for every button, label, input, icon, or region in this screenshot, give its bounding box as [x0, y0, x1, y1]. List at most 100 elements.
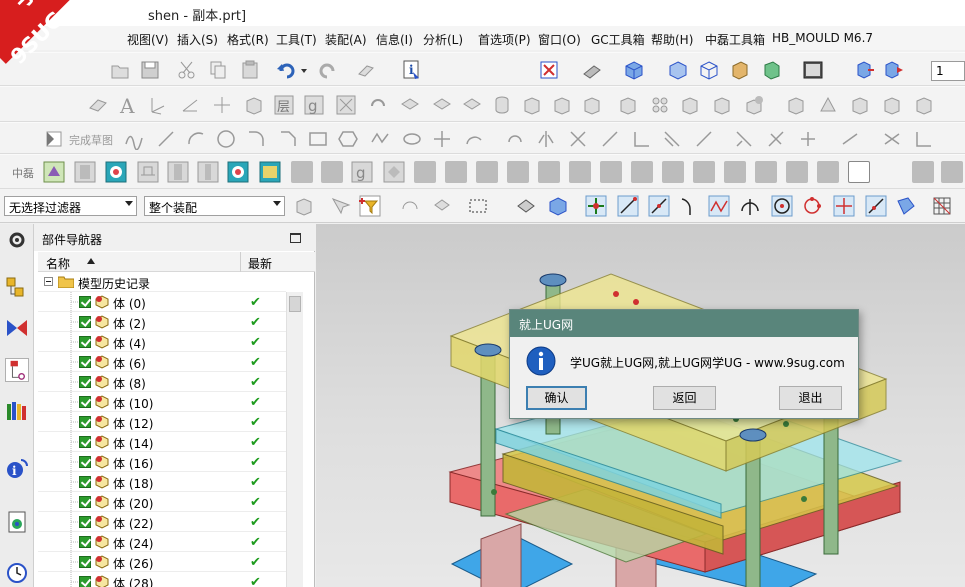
zl-tool-26-icon[interactable]	[817, 161, 839, 183]
pattern-icon[interactable]	[648, 93, 672, 117]
pattern-curve-icon[interactable]	[504, 127, 528, 151]
snap-existing-point-icon[interactable]	[832, 194, 856, 218]
zl-tool-11-icon[interactable]: g	[350, 160, 374, 184]
zl-tool-20-icon[interactable]	[631, 161, 653, 183]
visibility-checkbox[interactable]	[79, 356, 91, 368]
zl-tool-18-icon[interactable]	[569, 161, 591, 183]
maximize-icon[interactable]	[290, 233, 301, 243]
orient-view-icon[interactable]	[580, 58, 604, 82]
zl-tool-17-icon[interactable]	[538, 161, 560, 183]
menu-window[interactable]: 窗口(O)	[538, 31, 581, 48]
tree-row-body-6[interactable]: 体 (6) ✔	[38, 352, 286, 372]
derived-line-icon[interactable]	[660, 127, 684, 151]
sketch-plane-icon[interactable]	[86, 93, 110, 117]
select-solid-icon[interactable]	[514, 194, 538, 218]
slot-icon[interactable]	[580, 93, 604, 117]
repeat-command-icon[interactable]	[355, 58, 379, 82]
make-corner-icon[interactable]	[630, 127, 654, 151]
show-constraints-icon[interactable]	[796, 127, 820, 151]
shaded-cube-icon[interactable]	[622, 58, 646, 82]
zl-tool-28-icon[interactable]	[912, 161, 934, 183]
wireframe-cube-icon[interactable]	[697, 58, 721, 82]
block-icon[interactable]	[520, 93, 544, 117]
rectangle-icon[interactable]	[306, 127, 330, 151]
menu-gc-toolbox[interactable]: GC工具箱	[591, 31, 645, 48]
fit-view-icon[interactable]	[537, 58, 561, 82]
profile-icon[interactable]	[122, 127, 146, 151]
tree-row-body-16[interactable]: 体 (16) ✔	[38, 452, 286, 472]
zl-tool-24-icon[interactable]	[755, 161, 777, 183]
tree-row-body-10[interactable]: 体 (10) ✔	[38, 392, 286, 412]
snap-curve-icon[interactable]	[677, 194, 701, 218]
snap-endpoint-icon[interactable]	[616, 194, 640, 218]
copy-icon[interactable]	[206, 58, 230, 82]
menu-tools[interactable]: 工具(T)	[276, 31, 317, 48]
zl-tool-27-icon[interactable]	[848, 161, 870, 183]
column-divider[interactable]	[240, 252, 241, 272]
zl-tool-8-icon[interactable]	[258, 160, 282, 184]
arc-icon[interactable]	[184, 127, 208, 151]
assembly-constraint-icon[interactable]	[882, 58, 906, 82]
selection-scope-dropdown[interactable]: 整个装配	[144, 196, 285, 216]
visibility-checkbox[interactable]	[79, 576, 91, 587]
collapse-icon[interactable]	[44, 277, 53, 286]
delete-face-icon[interactable]	[912, 93, 936, 117]
add-feature-icon[interactable]	[742, 93, 766, 117]
layer-settings-icon[interactable]: 层	[272, 93, 296, 117]
menu-format[interactable]: 格式(R)	[227, 31, 269, 48]
exit-button[interactable]: 退出	[779, 386, 842, 410]
sketch-point-icon[interactable]	[430, 127, 454, 151]
snap-control-point-icon[interactable]	[707, 194, 731, 218]
sort-ascending-icon[interactable]	[87, 258, 95, 264]
general-select-icon[interactable]	[328, 194, 352, 218]
constraint-navigator-icon[interactable]	[5, 316, 29, 340]
zl-tool-2-icon[interactable]	[73, 160, 97, 184]
menu-information[interactable]: 信息(I)	[376, 31, 413, 48]
zl-tool-21-icon[interactable]	[662, 161, 684, 183]
tree-row-body-26[interactable]: 体 (26) ✔	[38, 552, 286, 572]
visibility-checkbox[interactable]	[79, 556, 91, 568]
menu-zhonglei-toolbox[interactable]: 中磊工具箱	[705, 31, 765, 48]
line-icon[interactable]	[154, 127, 178, 151]
mirror-curve-icon[interactable]	[534, 127, 558, 151]
fillet-icon[interactable]	[244, 127, 268, 151]
visibility-checkbox[interactable]	[79, 496, 91, 508]
tree-row-body-2[interactable]: 体 (2) ✔	[38, 312, 286, 332]
mold-part-icon-3[interactable]	[460, 93, 484, 117]
tree-row-body-4[interactable]: 体 (4) ✔	[38, 332, 286, 352]
column-name[interactable]: 名称	[46, 255, 70, 272]
visibility-checkbox[interactable]	[79, 516, 91, 528]
back-button[interactable]: 返回	[653, 386, 716, 410]
hook-tool-icon[interactable]	[366, 93, 390, 117]
replace-face-icon[interactable]	[880, 93, 904, 117]
snap-midpoint-icon[interactable]	[647, 194, 671, 218]
zl-tool-25-icon[interactable]	[786, 161, 808, 183]
chamfer-icon[interactable]	[276, 127, 300, 151]
zl-tool-5-icon[interactable]	[166, 160, 190, 184]
shaded-with-edges-icon[interactable]	[666, 58, 690, 82]
rectangle-select-icon[interactable]	[466, 194, 490, 218]
zl-tool-13-icon[interactable]	[414, 161, 436, 183]
mold-part-icon-1[interactable]	[398, 93, 422, 117]
offset-face-icon[interactable]	[848, 93, 872, 117]
zl-tool-12-icon[interactable]	[382, 160, 406, 184]
zl-tool-4-icon[interactable]	[136, 160, 160, 184]
menu-view[interactable]: 视图(V)	[127, 31, 169, 48]
circle-icon[interactable]	[214, 127, 238, 151]
extract-icon[interactable]	[710, 93, 734, 117]
filter-funnel-icon[interactable]	[358, 194, 382, 218]
polygon-icon[interactable]	[336, 127, 360, 151]
zl-tool-15-icon[interactable]	[476, 161, 498, 183]
point-icon[interactable]	[210, 93, 234, 117]
box-icon[interactable]	[242, 93, 266, 117]
ellipse-icon[interactable]	[400, 127, 424, 151]
type-filter-dropdown[interactable]: 无选择过滤器	[4, 196, 137, 216]
snap-point-on-face-icon[interactable]	[894, 194, 918, 218]
g-tool-icon[interactable]: g	[302, 93, 326, 117]
tree-row-body-20[interactable]: 体 (20) ✔	[38, 492, 286, 512]
studio-spline-icon[interactable]	[368, 127, 392, 151]
zl-tool-10-icon[interactable]	[321, 161, 343, 183]
tree-row-body-28[interactable]: 体 (28) ✔	[38, 572, 286, 587]
menu-help[interactable]: 帮助(H)	[651, 31, 693, 48]
visibility-checkbox[interactable]	[79, 316, 91, 328]
